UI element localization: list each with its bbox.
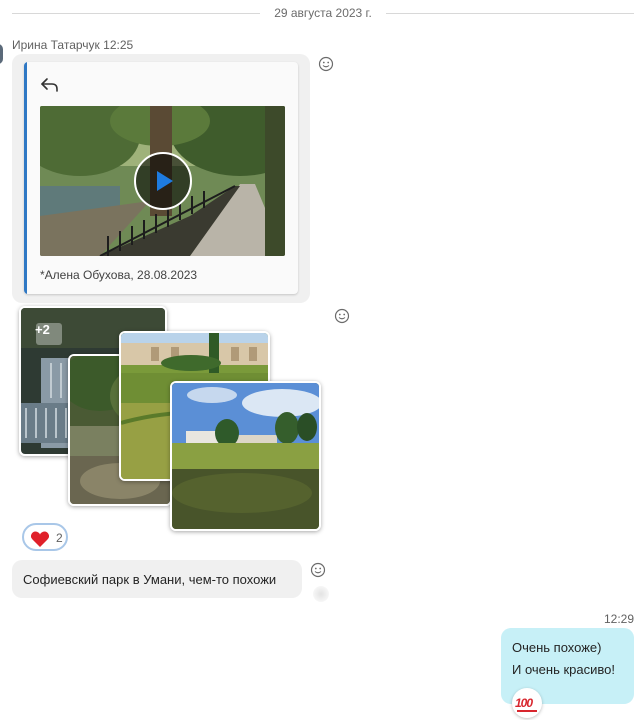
reply-line-2: И очень красиво!: [512, 662, 615, 677]
date-separator-line-left: [12, 13, 260, 14]
date-label: 29 августа 2023 г.: [274, 6, 372, 20]
message-header: Ирина Татарчук 12:25: [12, 38, 133, 52]
hover-shadow: [313, 586, 329, 602]
heart-icon: [30, 531, 50, 547]
message-text: Софиевский парк в Умани, чем-то похожи: [23, 572, 277, 587]
forward-arrow-icon: [41, 78, 58, 92]
video-thumbnail[interactable]: [40, 106, 285, 256]
play-icon[interactable]: [133, 151, 193, 211]
quoted-message-card[interactable]: *Алена Обухова, 28.08.2023: [24, 62, 298, 294]
date-separator-line-right: [386, 13, 634, 14]
quoted-caption: *Алена Обухова, 28.08.2023: [40, 268, 198, 282]
hundred-emoji-underline: [517, 710, 537, 712]
sender-name: Ирина Татарчук: [12, 38, 100, 52]
date-separator: 29 августа 2023 г.: [0, 4, 640, 24]
photo-thumbnail-4[interactable]: [170, 381, 321, 531]
reply-time: 12:29: [603, 612, 634, 626]
add-reaction-icon[interactable]: [310, 562, 326, 578]
add-reaction-icon[interactable]: [334, 308, 350, 324]
add-reaction-icon[interactable]: [318, 56, 334, 72]
message-bubble-text[interactable]: Софиевский парк в Умани, чем-то похожи: [12, 560, 302, 598]
sender-avatar[interactable]: [0, 44, 3, 64]
hundred-emoji-icon: 100: [515, 696, 533, 710]
quote-accent-bar: [24, 62, 27, 294]
message-time: 12:25: [103, 38, 134, 52]
reaction-count: 2: [56, 531, 63, 545]
reply-line-1: Очень похоже): [512, 640, 602, 655]
heart-reaction-pill[interactable]: 2: [22, 523, 68, 551]
hundred-reaction-pill[interactable]: 100: [512, 688, 542, 718]
more-photos-badge: +2: [35, 322, 50, 337]
